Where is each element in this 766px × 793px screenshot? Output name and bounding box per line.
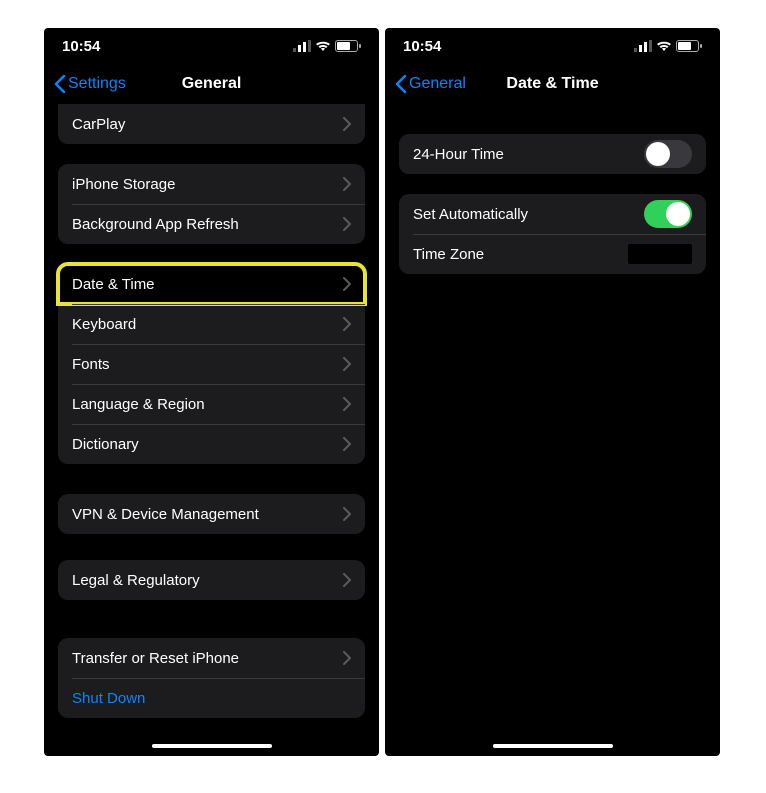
row-keyboard[interactable]: Keyboard — [58, 304, 365, 344]
wifi-icon — [315, 40, 331, 52]
back-button[interactable]: General — [395, 75, 466, 93]
row-legal-regulatory[interactable]: Legal & Regulatory — [58, 560, 365, 600]
row-label: Set Automatically — [413, 206, 528, 223]
phone-date-time-settings: 10:54 General Date & Time 24-Hour Time — [385, 28, 720, 756]
chevron-right-icon — [343, 507, 351, 521]
toggle-24-hour-time[interactable] — [644, 140, 692, 168]
row-label: Background App Refresh — [72, 216, 239, 233]
battery-icon — [335, 40, 361, 52]
row-language-region[interactable]: Language & Region — [58, 384, 365, 424]
chevron-right-icon — [343, 397, 351, 411]
row-iphone-storage[interactable]: iPhone Storage — [58, 164, 365, 204]
settings-group: Legal & Regulatory — [58, 560, 365, 600]
status-time: 10:54 — [62, 38, 100, 55]
row-label: 24-Hour Time — [413, 146, 504, 163]
row-label: VPN & Device Management — [72, 506, 259, 523]
settings-group: CarPlay — [58, 104, 365, 144]
chevron-right-icon — [343, 437, 351, 451]
row-set-automatically: Set Automatically — [399, 194, 706, 234]
row-label: Transfer or Reset iPhone — [72, 650, 239, 667]
row-label: Fonts — [72, 356, 110, 373]
chevron-right-icon — [343, 117, 351, 131]
battery-icon — [676, 40, 702, 52]
status-time: 10:54 — [403, 38, 441, 55]
status-icons — [634, 40, 702, 52]
back-label: General — [409, 75, 466, 93]
chevron-left-icon — [395, 75, 407, 93]
status-bar: 10:54 — [385, 28, 720, 64]
row-time-zone[interactable]: Time Zone — [399, 234, 706, 274]
chevron-left-icon — [54, 75, 66, 93]
signal-icon — [293, 40, 311, 52]
row-transfer-reset[interactable]: Transfer or Reset iPhone — [58, 638, 365, 678]
phone-general-settings: 10:54 Settings General CarPlay — [44, 28, 379, 756]
row-label: Shut Down — [72, 690, 145, 707]
nav-bar: General Date & Time — [385, 64, 720, 104]
row-vpn-device-mgmt[interactable]: VPN & Device Management — [58, 494, 365, 534]
settings-group: VPN & Device Management — [58, 494, 365, 534]
settings-group: Transfer or Reset iPhone Shut Down — [58, 638, 365, 718]
status-icons — [293, 40, 361, 52]
back-label: Settings — [68, 75, 126, 93]
row-shut-down[interactable]: Shut Down — [58, 678, 365, 718]
row-background-app-refresh[interactable]: Background App Refresh — [58, 204, 365, 244]
time-zone-value — [628, 244, 692, 264]
wifi-icon — [656, 40, 672, 52]
row-dictionary[interactable]: Dictionary — [58, 424, 365, 464]
row-fonts[interactable]: Fonts — [58, 344, 365, 384]
chevron-right-icon — [343, 177, 351, 191]
home-indicator[interactable] — [152, 744, 272, 748]
chevron-right-icon — [343, 651, 351, 665]
redacted-value — [628, 244, 692, 264]
settings-group: Date & Time Keyboard Fonts Language & Re… — [58, 264, 365, 464]
row-label: Dictionary — [72, 436, 139, 453]
home-indicator[interactable] — [493, 744, 613, 748]
row-label: Date & Time — [72, 276, 155, 293]
row-label: Legal & Regulatory — [72, 572, 200, 589]
back-button[interactable]: Settings — [54, 75, 126, 93]
chevron-right-icon — [343, 217, 351, 231]
row-date-time[interactable]: Date & Time — [58, 264, 365, 304]
settings-list[interactable]: 24-Hour Time Set Automatically Time Zone — [385, 104, 720, 756]
chevron-right-icon — [343, 357, 351, 371]
row-label: iPhone Storage — [72, 176, 175, 193]
status-bar: 10:54 — [44, 28, 379, 64]
settings-list[interactable]: CarPlay iPhone Storage Background App Re… — [44, 104, 379, 756]
signal-icon — [634, 40, 652, 52]
nav-bar: Settings General — [44, 64, 379, 104]
row-label: Keyboard — [72, 316, 136, 333]
row-label: Language & Region — [72, 396, 205, 413]
toggle-set-automatically[interactable] — [644, 200, 692, 228]
settings-group: 24-Hour Time — [399, 134, 706, 174]
settings-group: iPhone Storage Background App Refresh — [58, 164, 365, 244]
chevron-right-icon — [343, 317, 351, 331]
chevron-right-icon — [343, 573, 351, 587]
chevron-right-icon — [343, 277, 351, 291]
settings-group: Set Automatically Time Zone — [399, 194, 706, 274]
row-carplay[interactable]: CarPlay — [58, 104, 365, 144]
row-label: CarPlay — [72, 116, 125, 133]
row-24-hour-time: 24-Hour Time — [399, 134, 706, 174]
row-label: Time Zone — [413, 246, 484, 263]
